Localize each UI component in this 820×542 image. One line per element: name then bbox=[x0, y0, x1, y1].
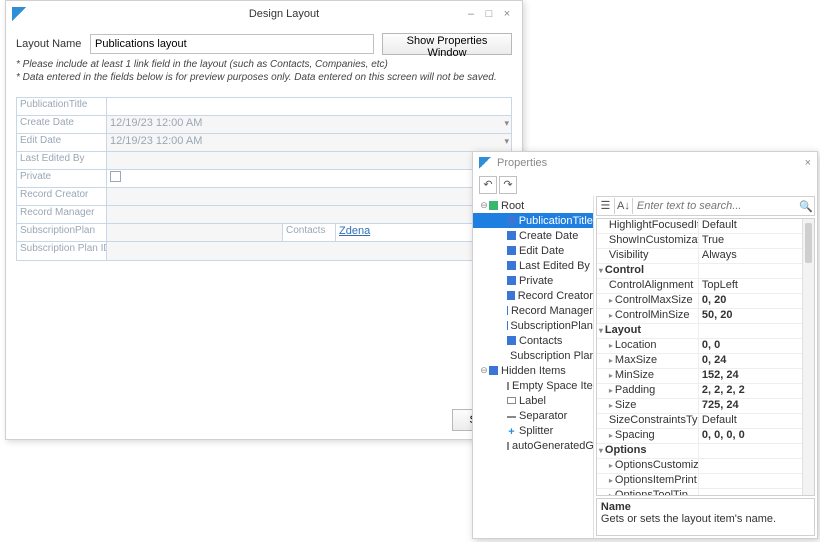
hint-2: * Data entered in the fields below is fo… bbox=[16, 72, 512, 83]
property-grid-toolbar: ☰ A↓ 🔍 bbox=[596, 196, 815, 216]
property-category[interactable]: Options bbox=[597, 444, 814, 459]
property-row[interactable]: VisibilityAlways bbox=[597, 249, 814, 264]
close-icon[interactable]: × bbox=[498, 8, 516, 20]
tree-item[interactable]: Subscription Plan ID bbox=[473, 348, 593, 363]
tree-item[interactable]: Edit Date bbox=[473, 243, 593, 258]
categorized-button[interactable]: ☰ bbox=[597, 198, 615, 214]
last-edited-by-input[interactable] bbox=[107, 152, 511, 169]
property-row[interactable]: SizeConstraintsTypeDefault bbox=[597, 414, 814, 429]
tree-item[interactable]: SubscriptionPlan bbox=[473, 318, 593, 333]
create-date-input[interactable]: 12/19/23 12:00 AM▾ bbox=[107, 116, 511, 133]
property-row[interactable]: OptionsItemPrint bbox=[597, 474, 814, 489]
field-label: PublicationTitle bbox=[17, 98, 107, 115]
property-description: Name Gets or sets the layout item's name… bbox=[596, 498, 815, 536]
properties-title: Properties bbox=[497, 157, 805, 169]
properties-toolbar: ↶ ↷ bbox=[473, 174, 817, 196]
property-row[interactable]: ControlAlignmentTopLeft bbox=[597, 279, 814, 294]
tree-empty-space[interactable]: Empty Space Item bbox=[473, 378, 593, 393]
property-category[interactable]: Layout bbox=[597, 324, 814, 339]
tree-hidden-items[interactable]: ⊖Hidden Items bbox=[473, 363, 593, 378]
subscription-plan-id-input[interactable] bbox=[107, 242, 489, 260]
minimize-icon[interactable]: – bbox=[462, 8, 480, 20]
tree-item[interactable]: Contacts bbox=[473, 333, 593, 348]
tree-item-publicationtitle[interactable]: PublicationTitle bbox=[473, 213, 593, 228]
contacts-label: Contacts bbox=[282, 224, 336, 241]
field-label: Private bbox=[17, 170, 107, 187]
scrollbar-thumb[interactable] bbox=[805, 223, 812, 263]
property-row[interactable]: HighlightFocusedIteDefault bbox=[597, 219, 814, 234]
property-row[interactable]: ControlMaxSize0, 20 bbox=[597, 294, 814, 309]
property-row[interactable]: Size725, 24 bbox=[597, 399, 814, 414]
app-icon bbox=[12, 7, 26, 21]
search-icon[interactable]: 🔍 bbox=[798, 200, 814, 213]
search-input[interactable] bbox=[633, 198, 798, 214]
property-row[interactable]: Padding2, 2, 2, 2 bbox=[597, 384, 814, 399]
property-grid-pane: ☰ A↓ 🔍 HighlightFocusedIteDefaultShowInC… bbox=[594, 196, 817, 538]
tree-item[interactable]: Private bbox=[473, 273, 593, 288]
tree-root[interactable]: ⊖Root bbox=[473, 198, 593, 213]
field-label: Create Date bbox=[17, 116, 107, 133]
design-title: Design Layout bbox=[106, 8, 462, 20]
hint-1: * Please include at least 1 link field i… bbox=[16, 59, 512, 70]
private-cell bbox=[107, 170, 511, 187]
field-label: Subscription Plan ID bbox=[17, 242, 107, 260]
design-titlebar[interactable]: Design Layout – □ × bbox=[6, 1, 522, 27]
field-label: Edit Date bbox=[17, 134, 107, 151]
collapse-icon[interactable]: ⊖ bbox=[479, 365, 489, 376]
tree-item[interactable]: Record Creator bbox=[473, 288, 593, 303]
maximize-icon[interactable]: □ bbox=[480, 8, 498, 20]
property-grid[interactable]: HighlightFocusedIteDefaultShowInCustomiz… bbox=[596, 218, 815, 496]
show-properties-button[interactable]: Show Properties Window bbox=[382, 33, 512, 55]
field-label: Record Creator bbox=[17, 188, 107, 205]
close-icon[interactable]: × bbox=[805, 157, 811, 169]
property-row[interactable]: OptionsCustomizati bbox=[597, 459, 814, 474]
undo-button[interactable]: ↶ bbox=[479, 176, 497, 194]
redo-button[interactable]: ↷ bbox=[499, 176, 517, 194]
property-row[interactable]: OptionsToolTip bbox=[597, 489, 814, 496]
collapse-icon[interactable]: ⊖ bbox=[479, 200, 489, 211]
properties-window: Properties × ↶ ↷ ⊖Root PublicationTitle … bbox=[472, 151, 818, 539]
design-layout-window: Design Layout – □ × Layout Name Show Pro… bbox=[5, 0, 523, 440]
property-row[interactable]: MinSize152, 24 bbox=[597, 369, 814, 384]
tree-splitter[interactable]: +Splitter bbox=[473, 423, 593, 438]
record-creator-input[interactable] bbox=[107, 188, 511, 205]
publication-title-input[interactable] bbox=[107, 98, 511, 115]
tree-pane: ⊖Root PublicationTitle Create Date Edit … bbox=[473, 196, 594, 538]
property-row[interactable]: ControlMinSize50, 20 bbox=[597, 309, 814, 324]
tree-label[interactable]: Label bbox=[473, 393, 593, 408]
desc-name: Name bbox=[601, 501, 810, 513]
field-label: SubscriptionPlan bbox=[17, 224, 107, 241]
property-row[interactable]: ShowInCustomizatioTrue bbox=[597, 234, 814, 249]
layout-name-input[interactable] bbox=[90, 34, 374, 54]
record-manager-input[interactable] bbox=[107, 206, 511, 223]
property-row[interactable]: MaxSize0, 24 bbox=[597, 354, 814, 369]
property-row[interactable]: Location0, 0 bbox=[597, 339, 814, 354]
field-label: Last Edited By bbox=[17, 152, 107, 169]
desc-text: Gets or sets the layout item's name. bbox=[601, 513, 810, 525]
tree-autogroup[interactable]: autoGeneratedGroup0 bbox=[473, 438, 593, 453]
chevron-down-icon[interactable]: ▾ bbox=[504, 118, 509, 129]
scrollbar[interactable] bbox=[802, 219, 814, 495]
tree-separator[interactable]: Separator bbox=[473, 408, 593, 423]
property-row[interactable]: Spacing0, 0, 0, 0 bbox=[597, 429, 814, 444]
property-category[interactable]: Control bbox=[597, 264, 814, 279]
edit-date-input[interactable]: 12/19/23 12:00 AM▾ bbox=[107, 134, 511, 151]
app-icon bbox=[479, 157, 491, 169]
fields-grid: PublicationTitle Create Date 12/19/23 12… bbox=[16, 97, 512, 261]
layout-name-label: Layout Name bbox=[16, 38, 90, 50]
alphabetical-button[interactable]: A↓ bbox=[615, 198, 633, 214]
tree-item[interactable]: Last Edited By bbox=[473, 258, 593, 273]
private-checkbox[interactable] bbox=[110, 171, 121, 182]
subscription-plan-input[interactable] bbox=[107, 224, 282, 241]
chevron-down-icon[interactable]: ▾ bbox=[504, 136, 509, 147]
field-label: Record Manager bbox=[17, 206, 107, 223]
tree-item[interactable]: Record Manager bbox=[473, 303, 593, 318]
tree-item[interactable]: Create Date bbox=[473, 228, 593, 243]
properties-titlebar[interactable]: Properties × bbox=[473, 152, 817, 174]
contact-link[interactable]: Zdena bbox=[339, 225, 370, 237]
